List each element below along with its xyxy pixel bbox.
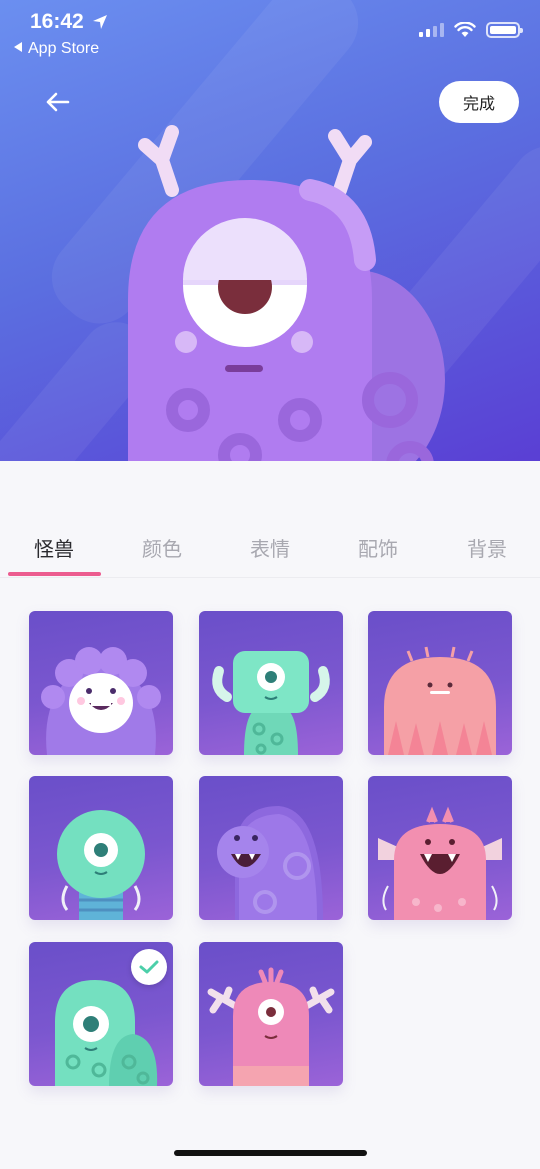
- tabs-divider: [0, 577, 540, 578]
- tab-color[interactable]: 颜色: [127, 533, 197, 562]
- status-time: 16:42: [30, 10, 84, 33]
- status-icons: [419, 22, 523, 38]
- cellular-signal-icon: [419, 23, 444, 37]
- block-cyclops-monster-icon: [212, 651, 330, 755]
- monster-option-block-cyclops[interactable]: [199, 611, 343, 755]
- selected-check-icon: [131, 949, 167, 985]
- pink-shaggy-monster-icon: [384, 646, 496, 755]
- done-button[interactable]: 完成: [439, 81, 519, 123]
- tab-accessory[interactable]: 配饰: [343, 533, 413, 562]
- location-arrow-icon: [93, 15, 107, 29]
- pink-antler-monster-icon: [207, 967, 335, 1086]
- tab-expression[interactable]: 表情: [235, 533, 305, 562]
- back-arrow-icon[interactable]: [40, 86, 76, 118]
- home-indicator: [174, 1150, 367, 1156]
- back-triangle-icon: [14, 42, 22, 52]
- tab-monster[interactable]: 怪兽: [19, 533, 89, 562]
- monster-option-pink-antler[interactable]: [199, 942, 343, 1086]
- active-tab-indicator: [8, 572, 101, 576]
- wifi-icon: [454, 22, 476, 37]
- monster-option-teal-tentacle[interactable]: [29, 776, 173, 920]
- teal-tentacle-monster-icon: [57, 810, 145, 920]
- monster-option-furry-purple[interactable]: [29, 611, 173, 755]
- monster-option-pink-horned[interactable]: [368, 776, 512, 920]
- hero-monster-illustration: [128, 125, 445, 461]
- back-to-app-store[interactable]: App Store: [14, 40, 99, 58]
- purple-blob-monster-icon: [217, 806, 323, 920]
- category-tabs: 怪兽 颜色 表情 配饰 背景: [0, 461, 540, 579]
- monster-preview: 16:42 App Store 完成: [0, 0, 540, 461]
- battery-icon: [486, 22, 523, 38]
- monster-option-pink-shaggy[interactable]: [368, 611, 512, 755]
- pink-horned-monster-icon: [378, 806, 502, 920]
- monster-option-purple-blob[interactable]: [199, 776, 343, 920]
- furry-purple-monster-icon: [41, 647, 161, 755]
- tab-background[interactable]: 背景: [452, 533, 522, 562]
